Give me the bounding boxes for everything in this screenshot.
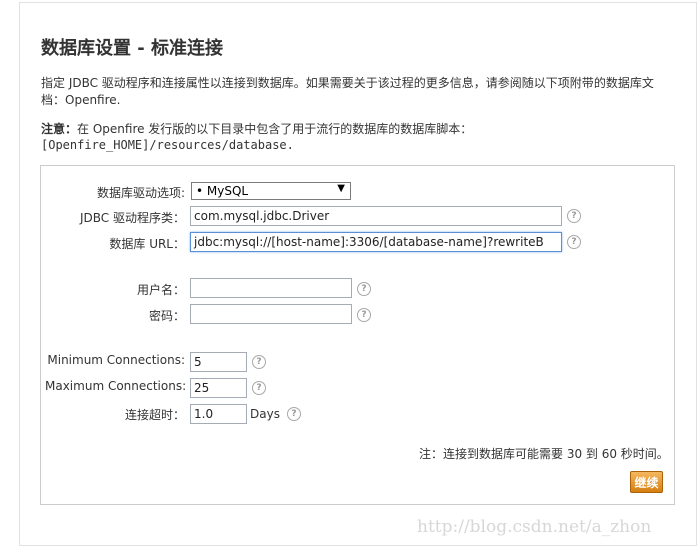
timeout-unit: Days	[250, 407, 280, 421]
continue-button[interactable]: 继续	[630, 471, 663, 493]
note-path: [Openfire_HOME]/resources/database.	[41, 138, 294, 152]
username-help-icon[interactable]: ?	[357, 282, 371, 296]
username-label: 用户名：	[136, 283, 185, 297]
max-connections-label: Maximum Connections:	[45, 379, 187, 393]
min-connections-label: Minimum Connections:	[47, 353, 185, 367]
page-title: 数据库设置 - 标准连接	[41, 38, 224, 59]
timeout-help-icon[interactable]: ?	[287, 407, 301, 421]
watermark-text: http://blog.csdn.net/a_zhon	[417, 517, 652, 537]
min-connections-input[interactable]: 5	[190, 352, 247, 372]
note-label: 注意：	[41, 122, 78, 136]
driver-class-input[interactable]: com.mysql.jdbc.Driver	[190, 206, 562, 226]
max-connections-input[interactable]: 25	[190, 378, 247, 398]
note-block: 注意：在 Openfire 发行版的以下目录中包含了用于流行的数据库的数据库脚本…	[41, 121, 671, 153]
driver-preset-select[interactable]: • MySQL ▼	[191, 182, 351, 200]
username-input[interactable]	[190, 278, 352, 298]
min-connections-help-icon[interactable]: ?	[252, 355, 266, 369]
driver-class-label: JDBC 驱动程序类：	[80, 211, 185, 225]
driver-class-help-icon[interactable]: ?	[567, 209, 581, 223]
db-url-input[interactable]: jdbc:mysql://[host-name]:3306/[database-…	[190, 232, 562, 252]
max-connections-help-icon[interactable]: ?	[252, 381, 266, 395]
intro-text: 指定 JDBC 驱动程序和连接属性以连接到数据库。如果需要关于该过程的更多信息，…	[41, 76, 654, 107]
note-text: 在 Openfire 发行版的以下目录中包含了用于流行的数据库的数据库脚本：	[77, 122, 473, 136]
driver-preset-value: • MySQL	[196, 184, 249, 198]
connection-time-note: 注：连接到数据库可能需要 30 到 60 秒时间。	[419, 447, 669, 461]
password-label: 密码：	[148, 309, 185, 323]
timeout-label: 连接超时：	[124, 408, 185, 422]
timeout-input[interactable]: 1.0	[190, 404, 247, 424]
password-help-icon[interactable]: ?	[357, 308, 371, 322]
password-input[interactable]	[190, 304, 352, 324]
driver-preset-label: 数据库驱动选项:	[96, 186, 185, 200]
db-url-help-icon[interactable]: ?	[567, 235, 581, 249]
db-url-label: 数据库 URL：	[109, 237, 185, 251]
dropdown-arrow-icon: ▼	[337, 183, 345, 194]
